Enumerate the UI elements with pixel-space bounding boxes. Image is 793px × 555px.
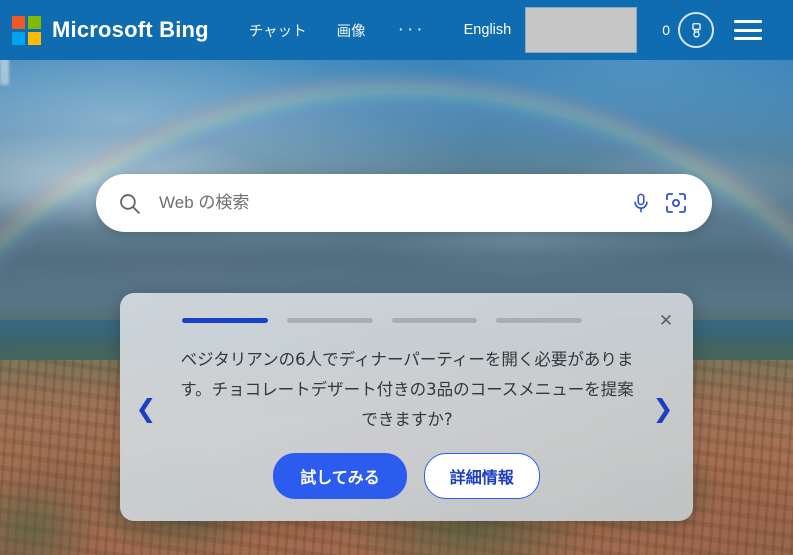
progress-segment-1[interactable] [182, 318, 268, 323]
progress-segment-3[interactable] [391, 318, 478, 323]
hamburger-line-2 [734, 28, 762, 32]
search-icon [117, 191, 142, 216]
nav-item-chat[interactable]: チャット [249, 20, 307, 41]
suggestion-prompt-text: ベジタリアンの6人でディナーパーティーを開く必要があります。チョコレートデザート… [180, 350, 634, 429]
bing-homepage: Microsoft Bing チャット 画像 ··· English 0 Web… [0, 0, 793, 555]
search-input[interactable] [157, 192, 626, 214]
visual-search-camera-icon[interactable] [660, 187, 692, 219]
card-action-buttons: 試してみる 詳細情報 [120, 453, 693, 499]
logo-square-red [12, 15, 25, 29]
microphone-icon[interactable] [626, 188, 656, 218]
hamburger-line-1 [734, 20, 762, 23]
carousel-next-icon[interactable]: ❯ [650, 388, 676, 428]
progress-segment-4[interactable] [496, 318, 582, 323]
header-placeholder-box [525, 7, 638, 53]
language-selector[interactable]: English [464, 22, 512, 38]
hamburger-line-3 [734, 37, 762, 40]
carousel-progress-indicator [182, 318, 582, 323]
top-header: Microsoft Bing チャット 画像 ··· English 0 [0, 0, 793, 60]
suggestion-card: ✕ ベジタリアンの6人でディナーパーティーを開く必要があります。チョコレートデザ… [120, 293, 693, 521]
nav-item-images[interactable]: 画像 [337, 20, 366, 41]
microsoft-logo-icon[interactable] [12, 15, 41, 45]
try-it-button[interactable]: 試してみる [273, 453, 407, 499]
logo-square-blue [12, 31, 25, 45]
rewards-medal-icon[interactable] [678, 12, 714, 48]
progress-segment-2[interactable] [286, 318, 373, 323]
brand-title[interactable]: Microsoft Bing [52, 17, 209, 43]
close-icon[interactable]: ✕ [655, 310, 677, 332]
rewards-points-count: 0 [662, 22, 670, 38]
logo-square-green [28, 15, 41, 29]
carousel-prev-icon[interactable]: ❮ [133, 388, 159, 428]
logo-square-yellow [28, 31, 41, 45]
hamburger-menu-icon[interactable] [734, 20, 762, 40]
search-box[interactable] [96, 174, 712, 232]
nav-overflow-icon[interactable]: ··· [398, 20, 426, 39]
learn-more-button[interactable]: 詳細情報 [423, 453, 540, 499]
